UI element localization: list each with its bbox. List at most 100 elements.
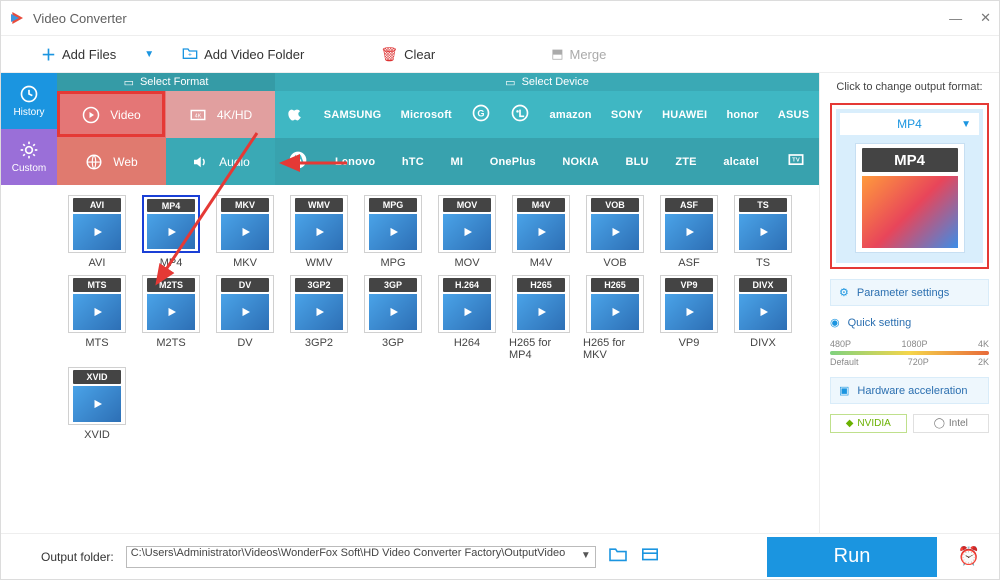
format-thumb: H265 [512,275,570,333]
brand-blu[interactable]: BLU [625,156,648,168]
brand-zte[interactable]: ZTE [675,156,696,168]
format-card-m4v[interactable]: M4VM4V [509,195,573,269]
format-tag: XVID [73,370,121,384]
format-thumb: WMV [290,195,348,253]
format-card-xvid[interactable]: XVIDXVID [65,367,129,441]
format-card-h264[interactable]: H.264H264 [435,275,499,361]
format-card-h265-for-mkv[interactable]: H265H265 for MKV [583,275,647,361]
tab-select-format[interactable]: ▭ Select Format [57,73,275,91]
gpu-intel[interactable]: ◯Intel [913,414,990,433]
output-format-heading: Click to change output format: [830,81,989,93]
sidebar-custom[interactable]: Custom [1,129,57,185]
quick-setting-heading: ◉ Quick setting [830,316,989,329]
browse-folder-button[interactable] [608,546,628,567]
run-button[interactable]: Run [767,537,937,577]
format-card-vob[interactable]: VOB VOB [583,195,647,269]
format-card-3gp2[interactable]: 3GP23GP2 [287,275,351,361]
format-thumb: AVI [68,195,126,253]
clear-button[interactable]: 🗑 Clear [380,46,435,63]
brand-asus[interactable]: ASUS [778,109,809,121]
format-thumb: VP9 [660,275,718,333]
format-thumb: VOB [586,195,644,253]
format-card-m2ts[interactable]: M2TSM2TS [139,275,203,361]
open-folder-button[interactable] [640,546,660,567]
format-card-mpg[interactable]: MPGMPG [361,195,425,269]
merge-button[interactable]: ⬒ Merge [551,46,606,62]
format-card-asf[interactable]: ASFASF [657,195,721,269]
output-format-select[interactable]: MP4 ▼ [840,113,979,135]
format-card-vp9[interactable]: VP9VP9 [657,275,721,361]
format-card-dv[interactable]: DVDV [213,275,277,361]
add-folder-button[interactable]: + Add Video Folder [182,46,304,63]
brand-alcatel[interactable]: alcatel [723,156,759,168]
brand-moto[interactable] [288,150,308,173]
format-card-mkv[interactable]: MKVMKV [213,195,277,269]
format-card-h265-for-mp4[interactable]: H265H265 for MP4 [509,275,573,361]
format-tag: MKV [221,198,269,212]
category-audio[interactable]: Audio [166,138,275,185]
minimize-button[interactable]: — [949,11,962,26]
clock-icon: ⏰ [958,546,980,566]
tab-select-device[interactable]: ▭ Select Device [275,73,819,91]
format-card-mov[interactable]: MOVMOV [435,195,499,269]
brand-sony[interactable]: SONY [611,109,643,121]
nvidia-icon: ◆ [846,418,854,429]
category-4k-hd[interactable]: 4K 4K/HD [166,91,275,138]
parameter-settings-label: Parameter settings [857,287,949,299]
format-card-ts[interactable]: TSTS [731,195,795,269]
format-art [369,214,417,250]
output-format-box[interactable]: MP4 ▼ MP4 [830,103,989,269]
window-controls: — ✕ [949,10,991,26]
format-label: VOB [603,257,626,269]
add-files-dropdown[interactable]: ▼ [144,49,154,60]
add-files-label: Add Files [62,47,116,62]
brand-mi[interactable]: MI [450,156,463,168]
brand-microsoft[interactable]: Microsoft [401,109,452,121]
format-card-avi[interactable]: AVIAVI [65,195,129,269]
brand-tv[interactable]: TV [786,150,806,173]
parameter-settings-button[interactable]: ⚙ Parameter settings [830,279,989,306]
output-folder-input[interactable]: C:\Users\Administrator\Videos\WonderFox … [126,546,596,568]
brand-lenovo[interactable]: Lenovo [335,156,375,168]
hardware-acceleration-toggle[interactable]: ▣ Hardware acceleration [830,377,989,404]
svg-text:4K: 4K [195,113,202,119]
brand-huawei[interactable]: HUAWEI [662,109,707,121]
category-web[interactable]: Web [57,138,166,185]
format-card-divx[interactable]: DIVXDIVX [731,275,795,361]
brand-samsung[interactable]: SAMSUNG [324,109,382,121]
close-button[interactable]: ✕ [980,10,991,26]
brand-oneplus[interactable]: OnePlus [490,156,536,168]
brand-apple[interactable] [285,103,305,126]
right-panel: Click to change output format: MP4 ▼ MP4… [819,73,999,533]
brand-lg[interactable] [510,103,530,126]
folder-plus-icon: + [182,46,198,63]
format-label: M2TS [156,337,185,349]
quality-slider[interactable]: 480P1080P4K Default720P2K [830,339,989,367]
quality-tick: 4K [978,339,989,349]
brand-htc[interactable]: hTC [402,156,424,168]
category-audio-label: Audio [219,155,250,169]
chevron-down-icon: ▼ [961,119,971,130]
app-title: Video Converter [33,11,949,26]
brand-nokia[interactable]: NOKIA [562,156,598,168]
format-label: H264 [454,337,480,349]
chevron-down-icon[interactable]: ▼ [581,550,591,561]
sidebar-history[interactable]: History [1,73,57,129]
svg-text:G: G [477,108,484,118]
format-card-wmv[interactable]: WMVWMV [287,195,351,269]
schedule-button[interactable]: ⏰ [949,546,989,567]
format-card-3gp[interactable]: 3GP3GP [361,275,425,361]
app-window: Video Converter — ✕ ＋ Add Files ▼ + Add … [0,0,1000,580]
gpu-nvidia[interactable]: ◆NVIDIA [830,414,907,433]
category-video[interactable]: Video [57,91,166,138]
format-tag: DV [221,278,269,292]
globe-icon [85,153,103,171]
format-thumb: MKV [216,195,274,253]
add-files-button[interactable]: ＋ Add Files [41,44,116,65]
brand-amazon[interactable]: amazon [550,109,592,121]
format-card-mts[interactable]: MTSMTS [65,275,129,361]
format-art [591,294,639,330]
brand-honor[interactable]: honor [727,109,759,121]
brand-g[interactable]: G [471,103,491,126]
format-card-mp4[interactable]: MP4MP4 [139,195,203,269]
